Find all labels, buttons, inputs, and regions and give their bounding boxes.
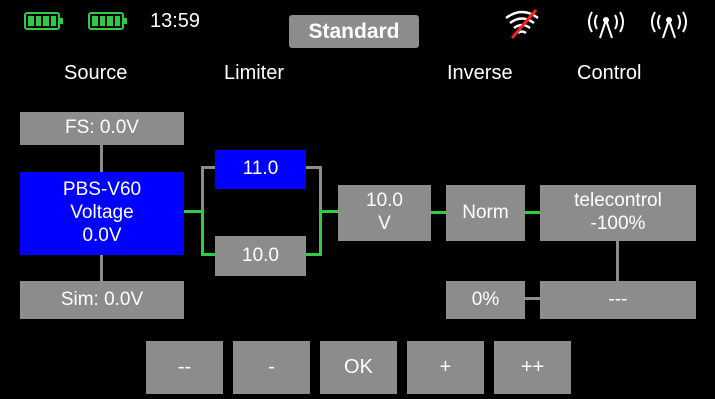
decrease-button[interactable]: -	[233, 341, 310, 394]
sensor-source-field[interactable]: PBS-V60 Voltage 0.0V	[20, 172, 184, 255]
connector-line	[525, 211, 540, 214]
antenna-icon	[588, 11, 624, 39]
connector-line	[201, 166, 204, 210]
increase-fast-label: ++	[520, 356, 545, 378]
sensor-type: Voltage	[70, 202, 134, 224]
connector-line	[319, 210, 338, 213]
header-control: Control	[577, 62, 642, 84]
connector-line	[525, 297, 540, 300]
ok-label: OK	[344, 356, 373, 378]
connector-line	[319, 210, 322, 256]
decrease-fast-button[interactable]: --	[146, 341, 223, 394]
control-percent: -100%	[590, 213, 646, 234]
sim-value: Sim: 0.0V	[60, 288, 144, 310]
increase-label: +	[439, 356, 452, 378]
limiter-lower-value: 10.0	[242, 244, 279, 266]
connector-line	[100, 255, 103, 281]
sensor-value: 0.0V	[82, 224, 122, 246]
limiter-upper-field[interactable]: 11.0	[215, 150, 306, 189]
mode-label-box[interactable]: Standard	[289, 15, 419, 48]
wifi-off-icon	[505, 9, 539, 39]
screen: 13:59 Standard Source Limiter Inverse Co…	[0, 0, 715, 399]
header-source: Source	[64, 62, 128, 84]
header-limiter: Limiter	[224, 62, 285, 84]
inverse-percent-value: 0%	[471, 288, 500, 310]
sensor-name: PBS-V60	[62, 179, 142, 201]
increase-fast-button[interactable]: ++	[494, 341, 571, 394]
limited-value-unit: V	[378, 213, 391, 234]
ok-button[interactable]: OK	[320, 341, 397, 394]
inverse-mode-field[interactable]: Norm	[446, 185, 525, 241]
decrease-label: -	[268, 356, 275, 378]
inverse-percent-field[interactable]: 0%	[446, 281, 525, 319]
mode-label: Standard	[308, 19, 400, 43]
battery-icon	[24, 12, 63, 30]
connector-line	[201, 210, 204, 256]
limiter-upper-value: 11.0	[242, 158, 279, 180]
limited-value-number: 10.0	[366, 190, 403, 212]
clock-time: 13:59	[150, 10, 201, 32]
connector-line	[616, 241, 619, 281]
failsafe-field[interactable]: FS: 0.0V	[20, 112, 184, 145]
connector-line	[201, 166, 215, 169]
failsafe-value: FS: 0.0V	[65, 117, 139, 139]
increase-button[interactable]: +	[407, 341, 484, 394]
battery-icon	[88, 12, 127, 30]
limited-value-field[interactable]: 10.0 V	[338, 185, 431, 241]
connector-line	[201, 253, 215, 256]
connector-line	[100, 145, 103, 172]
connector-line	[431, 211, 446, 214]
decrease-fast-label: --	[177, 356, 192, 378]
control-secondary-field[interactable]: ---	[540, 281, 696, 319]
inverse-mode-value: Norm	[462, 201, 509, 223]
header-inverse: Inverse	[447, 62, 513, 84]
limiter-lower-field[interactable]: 10.0	[215, 236, 306, 276]
connector-line	[319, 166, 322, 210]
control-secondary-value: ---	[608, 288, 628, 310]
control-name: telecontrol	[574, 190, 662, 212]
sim-field[interactable]: Sim: 0.0V	[20, 281, 184, 319]
antenna-icon	[651, 11, 687, 39]
control-field[interactable]: telecontrol -100%	[540, 185, 696, 241]
